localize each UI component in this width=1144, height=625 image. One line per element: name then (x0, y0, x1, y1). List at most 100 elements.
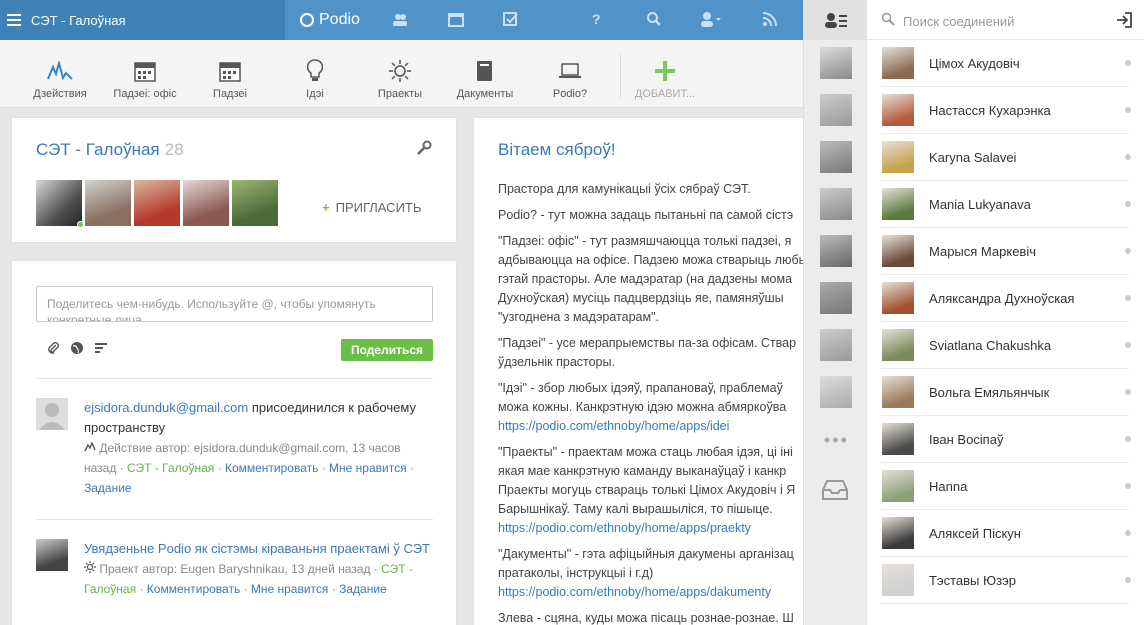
avatar (882, 141, 914, 173)
contact-item[interactable]: Цімох Акудовіч (881, 40, 1131, 87)
avatar[interactable] (36, 180, 84, 228)
search-input[interactable]: Поиск соединений (903, 14, 1014, 29)
contact-name: Аляксей Піскун (929, 526, 1021, 541)
invite-button[interactable]: + ПРИГЛАСИТЬ (322, 200, 421, 215)
share-input[interactable]: Поделитесь чем-нибудь. Используйте @, чт… (36, 286, 433, 322)
globe-icon[interactable] (70, 341, 84, 360)
rail-workspace-avatar[interactable] (820, 141, 852, 173)
contacts-rail: ••• (803, 0, 868, 625)
calendar-icon[interactable] (448, 11, 464, 30)
brand-name: Podio (319, 11, 360, 28)
rail-workspace-avatar[interactable] (820, 235, 852, 267)
status-indicator (1125, 530, 1131, 536)
activity-icon (84, 441, 99, 455)
app-events-office[interactable]: Падзеі: офіс (100, 58, 190, 100)
share-tools (46, 341, 108, 360)
link-ideas[interactable]: https://podio.com/ethnoby/home/apps/idei (498, 419, 729, 433)
stream-item-meta: Действие автор: ejsidora.dunduk@gmail.co… (84, 441, 414, 495)
app-projects[interactable]: Праекты (355, 58, 445, 100)
contact-item[interactable]: Karyna Salavei (881, 134, 1131, 181)
contact-item[interactable]: Тэставы Юзэр (881, 557, 1131, 604)
workspace-link[interactable]: СЭТ - Галоўная (127, 461, 214, 475)
comment-link[interactable]: Комментировать (147, 582, 240, 596)
status-indicator (1125, 577, 1131, 583)
task-link[interactable]: Задание (84, 481, 132, 495)
app-ideas[interactable]: Ідэі (270, 58, 360, 100)
podio-logo[interactable]: Podio (300, 0, 360, 40)
divider (36, 519, 433, 520)
sun-icon (84, 561, 99, 576)
rail-workspace-avatar[interactable] (820, 282, 852, 314)
link-projects[interactable]: https://podio.com/ethnoby/home/apps/prae… (498, 521, 751, 535)
default-avatar-icon[interactable] (36, 398, 68, 430)
contact-item[interactable]: Аляксей Піскун (881, 510, 1131, 557)
rail-workspace-avatar[interactable] (820, 329, 852, 361)
avatar[interactable] (36, 539, 68, 571)
inbox-icon[interactable] (822, 480, 848, 500)
attachment-icon[interactable] (46, 341, 60, 360)
task-link[interactable]: Задание (339, 582, 387, 596)
stream-item-body: Увядзеньне Podio як сістэмы кіраваньня п… (84, 539, 434, 599)
avatar (882, 564, 914, 596)
rail-workspace-avatar[interactable] (820, 376, 852, 408)
contact-item[interactable]: Марыся Маркевіч (881, 228, 1131, 275)
contacts-list-icon[interactable] (804, 0, 868, 40)
app-events[interactable]: Падзеі (185, 58, 275, 100)
workspace-card: СЭТ - Галоўная 28 + ПРИГЛАСИТЬ (11, 117, 457, 243)
welcome-title: Вітаем сяброў! (498, 140, 616, 159)
contact-name: Марыся Маркевіч (929, 244, 1036, 259)
status-indicator (1125, 483, 1131, 489)
contact-item[interactable]: Вольга Емяльянчык (881, 369, 1131, 416)
member-count: 28 (164, 140, 184, 159)
workspace-title[interactable]: СЭТ - Галоўная 28 (36, 140, 184, 160)
wrench-icon[interactable] (416, 140, 432, 159)
feed-icon[interactable] (762, 11, 778, 30)
add-app-button[interactable]: ДОБАВИТ... (620, 58, 710, 100)
project-title-link[interactable]: Увядзеньне Podio як сістэмы кіраваньня п… (84, 541, 430, 556)
rail-workspace-avatar[interactable] (820, 188, 852, 220)
contact-item[interactable]: Настасся Кухарэнка (881, 87, 1131, 134)
avatar[interactable] (134, 180, 180, 226)
more-icon[interactable]: ••• (824, 430, 849, 451)
app-podio-help[interactable]: Podio? (525, 58, 615, 100)
help-icon[interactable]: ? (592, 11, 601, 27)
contact-item[interactable]: Sviatlana Chakushka (881, 322, 1131, 369)
app-documents[interactable]: Дакументы (440, 58, 530, 100)
plus-icon: + (322, 200, 330, 215)
rail-workspace-avatar[interactable] (820, 47, 852, 79)
lightbulb-icon (270, 58, 360, 84)
status-indicator (1125, 436, 1131, 442)
contact-item[interactable]: Аляксандра Духноўская (881, 275, 1131, 322)
calendar-icon (185, 58, 275, 84)
text-format-icon[interactable] (94, 341, 108, 360)
workspace-name[interactable]: СЭТ - Галоўная (31, 13, 126, 28)
contacts-icon[interactable] (392, 11, 408, 30)
avatar[interactable] (183, 180, 229, 226)
workspace-switcher[interactable]: СЭТ - Галоўная (0, 0, 285, 40)
contact-name: Hanna (929, 479, 968, 494)
link-documents[interactable]: https://podio.com/ethnoby/home/apps/daku… (498, 585, 771, 599)
avatar (882, 188, 914, 220)
search-icon[interactable] (646, 11, 662, 30)
actor-link[interactable]: ejsidora.dunduk@gmail.com (84, 400, 248, 415)
share-button[interactable]: Поделиться (341, 339, 433, 361)
avatar[interactable] (232, 180, 278, 226)
close-panel-icon[interactable] (1116, 12, 1132, 33)
rail-workspace-avatar[interactable] (820, 94, 852, 126)
like-link[interactable]: Мне нравится (329, 461, 407, 475)
contact-item[interactable]: Mania Lukyanava (881, 181, 1131, 228)
app-bar: Дзействия Падзеі: офіс Падзеі Ідэі Праек… (0, 40, 803, 108)
menu-icon[interactable] (7, 11, 21, 29)
comment-link[interactable]: Комментировать (225, 461, 318, 475)
avatar (882, 423, 914, 455)
user-menu-icon[interactable] (700, 11, 722, 30)
contact-name: Настасся Кухарэнка (929, 103, 1051, 118)
avatar[interactable] (85, 180, 131, 226)
contact-item[interactable]: Hanna (881, 463, 1131, 510)
app-activity[interactable]: Дзействия (15, 58, 105, 100)
status-indicator (1125, 248, 1131, 254)
tasks-icon[interactable] (503, 11, 519, 30)
contact-name: Тэставы Юзэр (929, 573, 1016, 588)
contact-item[interactable]: Іван Восіпаў (881, 416, 1131, 463)
like-link[interactable]: Мне нравится (251, 582, 329, 596)
